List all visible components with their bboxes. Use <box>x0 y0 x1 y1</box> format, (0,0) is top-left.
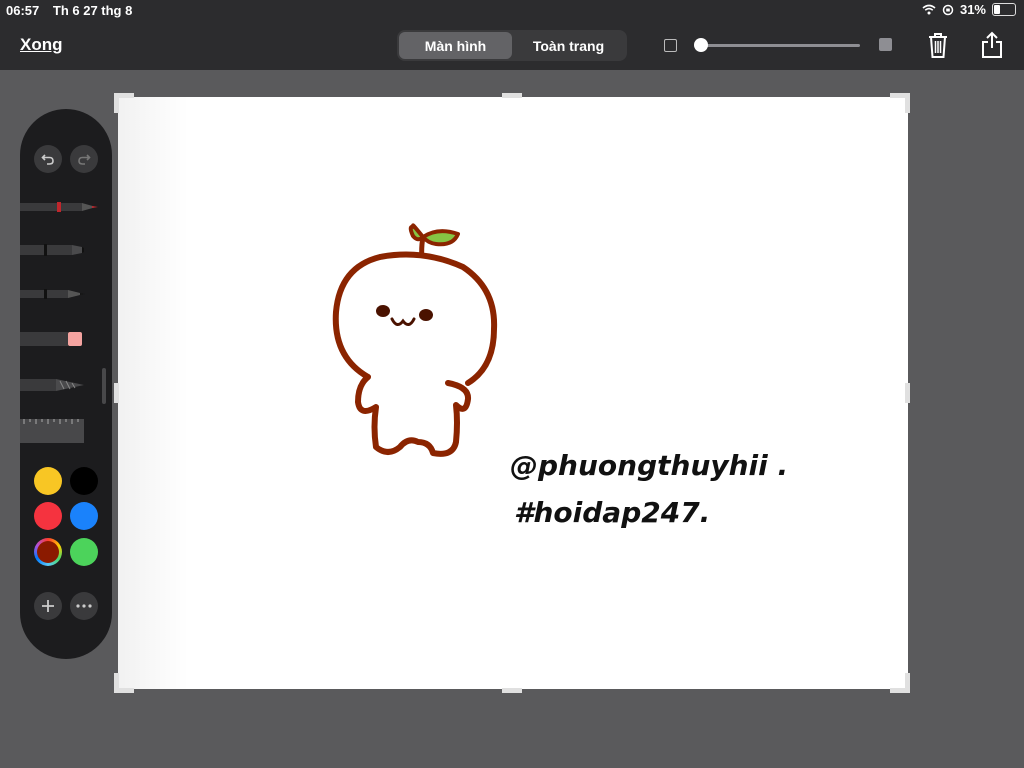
tab-screen[interactable]: Màn hình <box>399 32 512 59</box>
trash-icon[interactable] <box>924 30 952 60</box>
add-button[interactable] <box>34 592 62 620</box>
opacity-max-icon <box>879 38 892 51</box>
crop-handle-bottom-right-v[interactable] <box>905 673 910 693</box>
watermark-hashtag: #hoidap247. <box>514 496 710 529</box>
color-swatch-red[interactable] <box>34 502 62 530</box>
crop-handle-top-right-v[interactable] <box>905 93 910 113</box>
orientation-lock-icon <box>942 4 954 15</box>
character-eye-right <box>419 309 433 321</box>
screenshot-mode-control: Màn hình Toàn trang <box>397 30 627 61</box>
tab-full-page[interactable]: Toàn trang <box>512 32 625 59</box>
color-swatch-yellow[interactable] <box>34 467 62 495</box>
undo-button[interactable] <box>34 145 62 173</box>
status-bar: 06:57 Th 6 27 thg 8 31% <box>0 0 1024 20</box>
battery-percent: 31% <box>959 2 986 17</box>
ruler-tool[interactable] <box>20 413 84 443</box>
palette-grip[interactable] <box>102 368 106 404</box>
tool-palette <box>20 109 112 659</box>
crop-handle-right[interactable] <box>905 383 910 403</box>
eraser-tool[interactable] <box>20 329 100 349</box>
drawing-layer: @phuongthuyhii . #hoidap247. <box>332 223 788 529</box>
battery-icon <box>992 3 1016 16</box>
crop-handle-bottom-left-v[interactable] <box>114 673 119 693</box>
marker-tool[interactable] <box>20 240 100 260</box>
opacity-slider-thumb[interactable] <box>694 38 708 52</box>
done-button[interactable]: Xong <box>20 35 63 55</box>
color-swatch-blue[interactable] <box>70 502 98 530</box>
redo-icon <box>78 154 91 165</box>
pen-tool[interactable] <box>20 197 100 217</box>
ellipsis-icon <box>76 604 92 608</box>
more-button[interactable] <box>70 592 98 620</box>
crop-handle-top-left-v[interactable] <box>114 93 119 113</box>
status-date: Th 6 27 thg 8 <box>52 3 133 18</box>
markup-toolbar: Xong Màn hình Toàn trang <box>0 20 1024 70</box>
opacity-slider[interactable] <box>700 44 860 47</box>
redo-button[interactable] <box>70 145 98 173</box>
color-swatch-black[interactable] <box>70 467 98 495</box>
pencil-tool[interactable] <box>20 284 100 304</box>
share-icon[interactable] <box>978 30 1006 60</box>
wifi-icon <box>922 4 936 15</box>
undo-icon <box>41 154 54 165</box>
crop-handle-bottom[interactable] <box>502 688 522 693</box>
plus-icon <box>42 600 54 612</box>
sprout-leaf-right <box>421 229 460 247</box>
opacity-min-icon <box>664 39 677 52</box>
crop-handle-left[interactable] <box>114 383 119 403</box>
color-swatch-green[interactable] <box>70 538 98 566</box>
lasso-tool[interactable] <box>20 375 100 395</box>
screenshot-canvas[interactable]: @phuongthuyhii . #hoidap247. <box>118 97 908 689</box>
watermark-username: @phuongthuyhii . <box>510 449 788 482</box>
character-eye-left <box>376 305 390 317</box>
character-body <box>355 374 472 457</box>
status-time: 06:57 <box>6 3 40 18</box>
color-picker-custom[interactable] <box>34 538 62 566</box>
crop-handle-top[interactable] <box>502 93 522 98</box>
